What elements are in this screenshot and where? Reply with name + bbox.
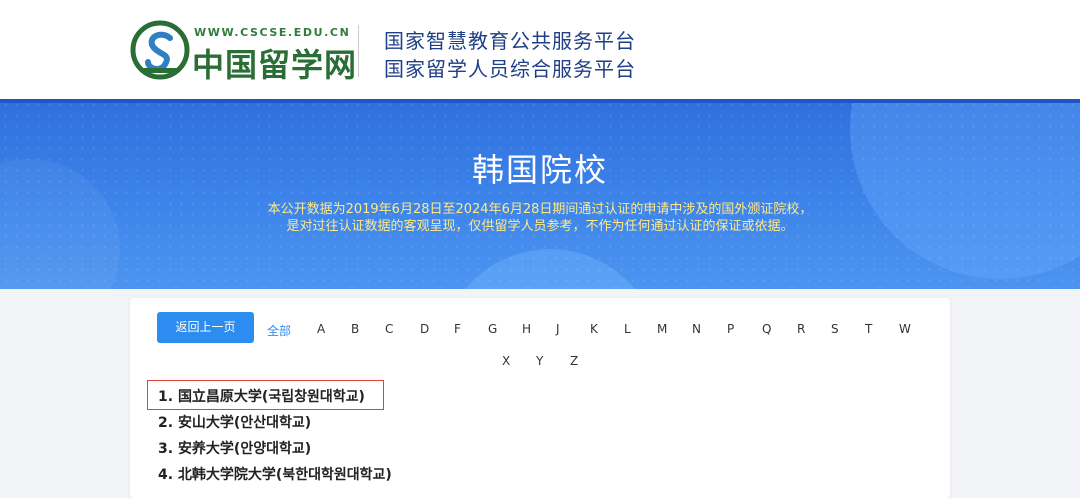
filter-letter-y[interactable]: Y [536,354,543,368]
filter-letter-l[interactable]: L [624,322,631,336]
filter-letter-z[interactable]: Z [570,354,578,368]
logo-icon[interactable] [130,20,190,80]
filter-letter-g[interactable]: G [488,322,497,336]
filter-letter-n[interactable]: N [692,322,701,336]
school-list-item[interactable]: 3. 安养大学(안양대학교) [158,438,311,458]
filter-letter-c[interactable]: C [385,322,393,336]
filter-letter-d[interactable]: D [420,322,429,336]
page-title: 韩国院校 [471,151,608,189]
filter-letter-x[interactable]: X [502,354,510,368]
school-list-item[interactable]: 4. 北韩大学院大学(북한대학원대학교) [158,464,392,484]
filter-letter-p[interactable]: P [727,322,734,336]
banner-top-line [0,99,1080,103]
filter-letter-q[interactable]: Q [762,322,771,336]
platform-title-2: 国家留学人员综合服务平台 [384,57,636,81]
school-list-item[interactable]: 1. 国立昌原大学(국립창원대학교) [158,386,365,406]
platform-title-1: 国家智慧教育公共服务平台 [384,29,636,53]
filter-letter-h[interactable]: H [522,322,531,336]
school-index: 3. [158,441,178,457]
school-name[interactable]: 安山大学(안산대학교) [178,415,311,431]
school-name[interactable]: 安养大学(안양대학교) [178,441,311,457]
filter-letter-f[interactable]: F [454,322,461,336]
school-name[interactable]: 国立昌原大学(국립창원대학교) [178,389,365,405]
filter-letter-a[interactable]: A [317,322,325,336]
filter-all[interactable]: 全部 [267,322,291,339]
back-button[interactable]: 返回上一页 [157,312,254,343]
school-index: 1. [158,389,178,405]
banner-dot-pattern [0,99,1080,289]
school-index: 4. [158,467,178,483]
site-header: WWW.CSCSE.EDU.CN 中国留学网 国家智慧教育公共服务平台 国家留学… [0,0,1080,99]
logo-name[interactable]: 中国留学网 [192,40,357,86]
page-banner [0,99,1080,289]
header-divider [358,25,359,77]
filter-letter-m[interactable]: M [657,322,667,336]
filter-letter-j[interactable]: J [556,322,560,336]
filter-letter-w[interactable]: W [899,322,911,336]
school-index: 2. [158,415,178,431]
filter-letter-s[interactable]: S [831,322,839,336]
school-list-item[interactable]: 2. 安山大学(안산대학교) [158,412,311,432]
filter-letter-t[interactable]: T [865,322,872,336]
logo-url-text: WWW.CSCSE.EDU.CN [194,26,351,39]
filter-letter-k[interactable]: K [590,322,598,336]
filter-letter-r[interactable]: R [797,322,805,336]
school-name[interactable]: 北韩大学院大学(북한대학원대학교) [178,467,392,483]
banner-description-line-2: 是对过往认证数据的客观呈现，仅供留学人员参考，不作为任何通过认证的保证或依据。 [286,219,794,234]
filter-letter-b[interactable]: B [351,322,359,336]
